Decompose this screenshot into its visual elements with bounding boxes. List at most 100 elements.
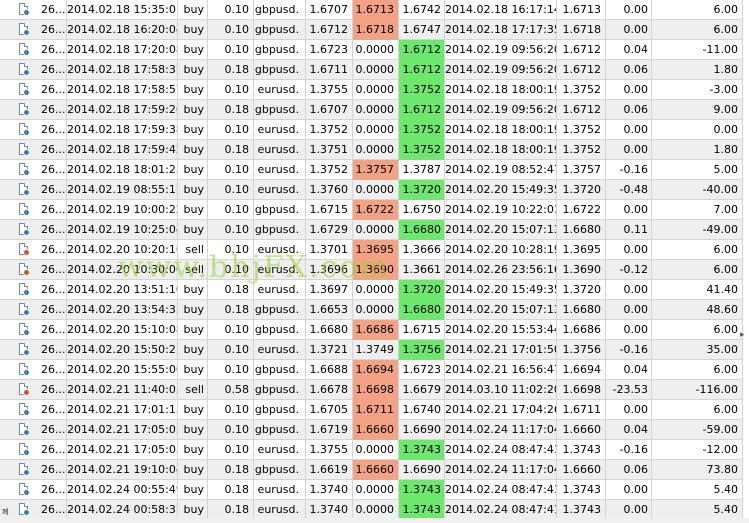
stop-loss-cell: 0.0000	[353, 480, 399, 500]
table-row[interactable]: 26... 2014.02.20 15:50:21 buy 0.10 eurusd. 1.…	[0, 340, 749, 360]
open-time-cell: 2014.02.18 17:59:38	[67, 120, 178, 140]
close-price-cell: 1.6713	[557, 0, 606, 20]
size-cell: 0.10	[208, 340, 254, 360]
profit-cell: 6.00	[652, 0, 743, 20]
vertical-scrollbar[interactable]	[743, 0, 749, 523]
table-row[interactable]: 26... 2014.02.21 17:05:05 buy 0.10 eurusd. 1.…	[0, 440, 749, 460]
close-price-cell: 1.3743	[557, 440, 606, 460]
close-time-cell: 2014.02.21 17:01:50	[445, 340, 557, 360]
table-row[interactable]: 26... 2014.02.19 08:55:17 buy 0.10 eurusd. 1.…	[0, 180, 749, 200]
table-row[interactable]: 26... 2014.02.24 00:58:37 buy 0.18 eurusd. 1.…	[0, 500, 749, 520]
type-cell: buy	[178, 180, 208, 200]
order-cell: 26...	[17, 260, 67, 280]
type-cell: buy	[178, 440, 208, 460]
stop-loss-cell: 1.6711	[353, 400, 399, 420]
profit-cell: 48.60	[652, 300, 743, 320]
table-row[interactable]: 26... 2014.02.21 17:05:03 buy 0.10 gbpusd. 1.…	[0, 420, 749, 440]
open-time-cell: 2014.02.20 15:10:08	[67, 320, 178, 340]
table-row[interactable]: 26... 2014.02.20 13:54:33 buy 0.18 gbpusd. 1.…	[0, 300, 749, 320]
open-price-cell: 1.3760	[306, 180, 353, 200]
table-row[interactable]: 26... 2014.02.18 18:01:25 buy 0.10 eurusd. 1.…	[0, 160, 749, 180]
symbol-cell: eurusd.	[254, 120, 306, 140]
swap-cell: -0.16	[606, 440, 652, 460]
swap-cell: -23.53	[606, 380, 652, 400]
stop-loss-cell: 1.3749	[353, 340, 399, 360]
close-time-cell: 2014.02.21 16:56:47	[445, 360, 557, 380]
table-row[interactable]: 26... 2014.02.24 00:55:49 buy 0.18 eurusd. 1.…	[0, 480, 749, 500]
order-cell: 26...	[17, 220, 67, 240]
profit-cell: 6.00	[652, 360, 743, 380]
row-spacer	[0, 280, 17, 300]
take-profit-cell: 1.6747	[399, 20, 445, 40]
order-cell: 26...	[17, 460, 67, 480]
table-row[interactable]: 26... 2014.02.20 15:55:06 buy 0.10 gbpusd. 1.…	[0, 360, 749, 380]
close-price-cell: 1.3695	[557, 240, 606, 260]
take-profit-cell: 1.3752	[399, 140, 445, 160]
close-time-cell: 2014.02.19 09:56:20	[445, 100, 557, 120]
symbol-cell: gbpusd.	[254, 220, 306, 240]
type-cell: buy	[178, 420, 208, 440]
size-cell: 0.18	[208, 300, 254, 320]
stop-loss-cell: 0.0000	[353, 180, 399, 200]
table-row[interactable]: 26... 2014.02.21 17:01:15 buy 0.10 gbpusd. 1.…	[0, 400, 749, 420]
swap-cell: 0.00	[606, 320, 652, 340]
table-row[interactable]: 26... 2014.02.19 10:00:22 buy 0.10 gbpusd. 1.…	[0, 200, 749, 220]
swap-cell: 0.00	[606, 240, 652, 260]
open-price-cell: 1.6729	[306, 220, 353, 240]
table-row[interactable]: 26... 2014.02.18 17:58:57 buy 0.10 eurusd. 1.…	[0, 80, 749, 100]
open-time-cell: 2014.02.18 17:20:08	[67, 40, 178, 60]
table-row[interactable]: 26... 2014.02.18 15:35:01 buy 0.10 gbpusd. 1.…	[0, 0, 749, 20]
close-time-cell: 2014.03.10 11:02:20	[445, 380, 557, 400]
order-cell: 26...	[17, 320, 67, 340]
take-profit-cell: 1.6750	[399, 200, 445, 220]
profit-cell: 6.00	[652, 240, 743, 260]
symbol-cell: eurusd.	[254, 140, 306, 160]
close-price-cell: 1.6660	[557, 460, 606, 480]
take-profit-cell: 1.3720	[399, 280, 445, 300]
horizontal-scrollbar[interactable]	[0, 518, 749, 523]
swap-cell: 0.06	[606, 60, 652, 80]
row-spacer	[0, 320, 17, 340]
close-price-cell: 1.6694	[557, 360, 606, 380]
profit-cell: -49.00	[652, 220, 743, 240]
table-row[interactable]: 26... 2014.02.18 17:59:38 buy 0.10 eurusd. 1.…	[0, 120, 749, 140]
symbol-cell: gbpusd.	[254, 100, 306, 120]
table-row[interactable]: 26... 2014.02.18 16:20:04 buy 0.10 gbpusd. 1.…	[0, 20, 749, 40]
close-price-cell: 1.6698	[557, 380, 606, 400]
take-profit-cell: 1.3743	[399, 480, 445, 500]
table-row[interactable]: 26... 2014.02.19 10:25:04 buy 0.10 gbpusd. 1.…	[0, 220, 749, 240]
take-profit-cell: 1.6740	[399, 400, 445, 420]
watermark-text: www.bhjFX.com	[118, 250, 390, 285]
table-row[interactable]: 26... 2014.02.18 17:20:08 buy 0.10 gbpusd. 1.…	[0, 40, 749, 60]
table-row[interactable]: 26... 2014.02.20 15:10:08 buy 0.10 gbpusd. 1.…	[0, 320, 749, 340]
table-row[interactable]: 26... 2014.02.18 17:58:37 buy 0.18 gbpusd. 1.…	[0, 60, 749, 80]
size-cell: 0.10	[208, 400, 254, 420]
type-cell: buy	[178, 400, 208, 420]
open-price-cell: 1.3740	[306, 480, 353, 500]
open-price-cell: 1.6707	[306, 0, 353, 20]
table-row[interactable]: 26... 2014.02.21 11:40:05 sell 0.58 gbpusd. 1…	[0, 380, 749, 400]
row-spacer	[0, 80, 17, 100]
profit-cell: -40.00	[652, 180, 743, 200]
open-time-cell: 2014.02.21 19:10:04	[67, 460, 178, 480]
table-row[interactable]: 26... 2014.02.18 17:59:42 buy 0.18 eurusd. 1.…	[0, 140, 749, 160]
size-cell: 0.18	[208, 460, 254, 480]
stop-loss-cell: 0.0000	[353, 100, 399, 120]
symbol-cell: gbpusd.	[254, 460, 306, 480]
take-profit-cell: 1.6742	[399, 0, 445, 20]
type-cell: buy	[178, 20, 208, 40]
close-time-cell: 2014.02.21 17:04:26	[445, 400, 557, 420]
size-cell: 0.18	[208, 140, 254, 160]
order-cell: 26...	[17, 240, 67, 260]
scroll-right-arrow-icon[interactable]: ▸	[740, 330, 745, 340]
open-price-cell: 1.3755	[306, 80, 353, 100]
table-row[interactable]: 26... 2014.02.21 19:10:04 buy 0.18 gbpusd. 1.…	[0, 460, 749, 480]
take-profit-cell: 1.3666	[399, 240, 445, 260]
swap-cell: 0.00	[606, 20, 652, 40]
table-row[interactable]: 26... 2014.02.18 17:59:26 buy 0.18 gbpusd. 1.…	[0, 100, 749, 120]
close-time-cell: 2014.02.26 23:56:16	[445, 260, 557, 280]
stop-loss-cell: 0.0000	[353, 60, 399, 80]
order-cell: 26...	[17, 120, 67, 140]
type-cell: buy	[178, 40, 208, 60]
size-cell: 0.10	[208, 200, 254, 220]
